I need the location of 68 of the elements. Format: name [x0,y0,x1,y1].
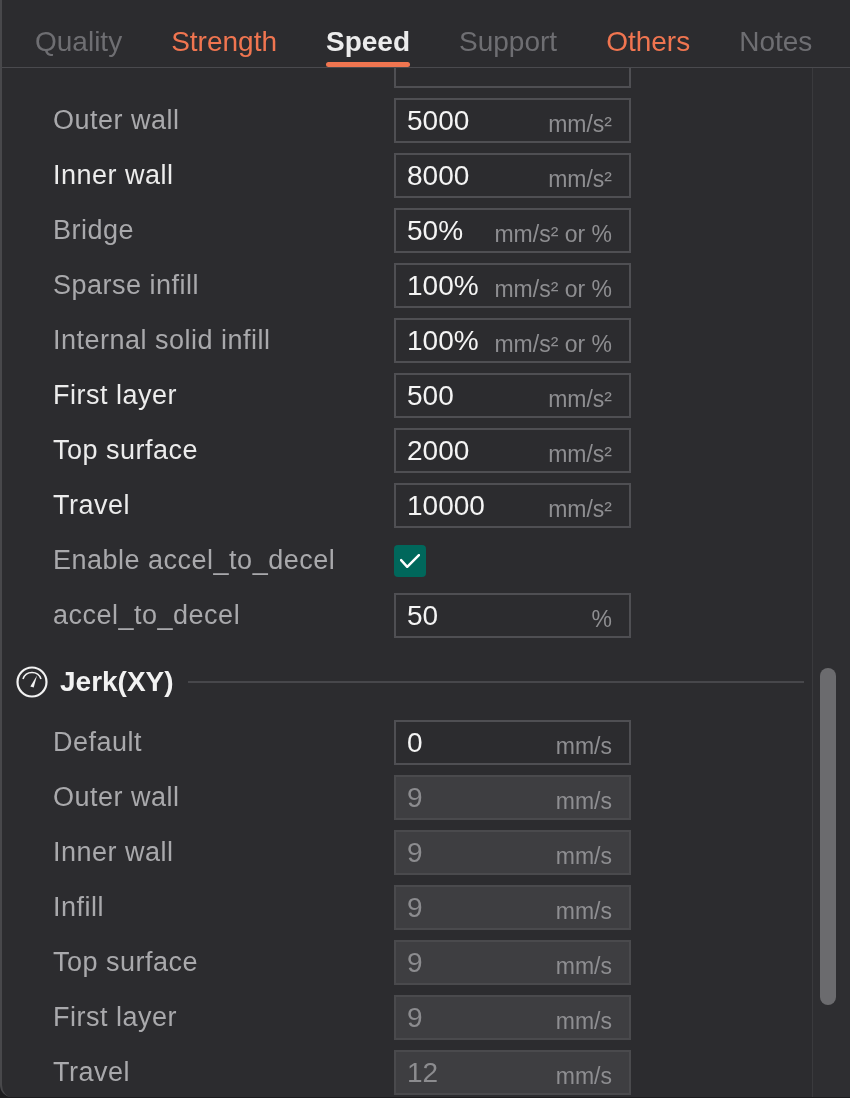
unit-label: mm/s² [548,384,612,413]
field-value: 50% [407,213,464,248]
setting-label: Enable accel_to_decel [53,544,337,578]
tab[interactable]: Speed [318,0,419,67]
unit-label: mm/s² or % [494,219,612,248]
input-field[interactable]: 5000 mm/s² [394,98,631,143]
section-title: Jerk(XY) [60,665,174,699]
input-field[interactable]: 2000 mm/s² [394,428,631,473]
setting-label: Travel [53,489,131,523]
setting-label: Infill [53,891,105,925]
unit-label: mm/s [555,731,612,760]
scrollbar-thumb[interactable] [820,668,836,1005]
checkbox[interactable] [394,544,426,577]
field-value: 8000 [407,158,470,193]
setting-label: Bridge [53,214,136,248]
checkmark-icon [400,553,420,568]
field-value: 0 [407,725,423,760]
unit-label: mm/s² or % [494,274,612,303]
input-field[interactable]: 500 mm/s² [394,373,631,418]
field-value: 5000 [407,103,470,138]
field-value: 10000 [407,488,485,523]
unit-label: mm/s [555,841,612,870]
field-value: 9 [407,1000,423,1035]
field-value: 2000 [407,433,470,468]
field-value: 9 [407,945,423,980]
unit-label: mm/s [555,786,612,815]
setting-label: Top surface [53,434,200,468]
setting-label: Travel [53,1056,131,1090]
setting-label: First layer [53,379,178,413]
unit-label: mm/s [555,1006,612,1035]
field-value: 100% [407,323,479,358]
input-field[interactable]: 50 % [394,593,631,638]
field-value: 9 [407,890,423,925]
field-value: 50 [407,598,439,633]
field-value: 9 [407,835,423,870]
tab[interactable]: Others [598,0,699,67]
input-field[interactable]: 8000 mm/s² [394,153,631,198]
setting-label: Default [53,726,144,760]
field-value: 500 [407,378,454,413]
field-value: 100% [407,268,479,303]
input-field[interactable]: 50% mm/s² or % [394,208,631,253]
unit-label: mm/s² [548,164,612,193]
input-field[interactable]: 100% mm/s² or % [394,318,631,363]
unit-label: mm/s [555,896,612,925]
setting-label: Outer wall [53,781,181,815]
input-field[interactable]: 0 mm/s [394,720,631,765]
setting-label: Inner wall [53,836,175,870]
field-value: 9 [407,780,423,815]
input-field[interactable] [394,68,631,88]
input-field[interactable]: 100% mm/s² or % [394,263,631,308]
unit-label: mm/s [555,951,612,980]
setting-label: First layer [53,1001,178,1035]
field-value: 12 [407,1055,439,1090]
unit-label: mm/s² or % [494,329,612,358]
unit-label: % [591,604,612,633]
setting-label: Top surface [53,946,200,980]
unit-label: mm/s² [548,494,612,523]
setting-label: Inner wall [53,159,175,193]
setting-label: Internal solid infill [53,324,272,358]
input-field[interactable]: 10000 mm/s² [394,483,631,528]
unit-label: mm/s² [548,439,612,468]
setting-label: Sparse infill [53,269,201,303]
tab[interactable]: Strength [163,0,285,67]
setting-label: Outer wall [53,104,181,138]
unit-label: mm/s [555,1061,612,1090]
unit-label: mm/s² [548,109,612,138]
gauge-icon [16,666,48,698]
setting-label: accel_to_decel [53,599,242,633]
